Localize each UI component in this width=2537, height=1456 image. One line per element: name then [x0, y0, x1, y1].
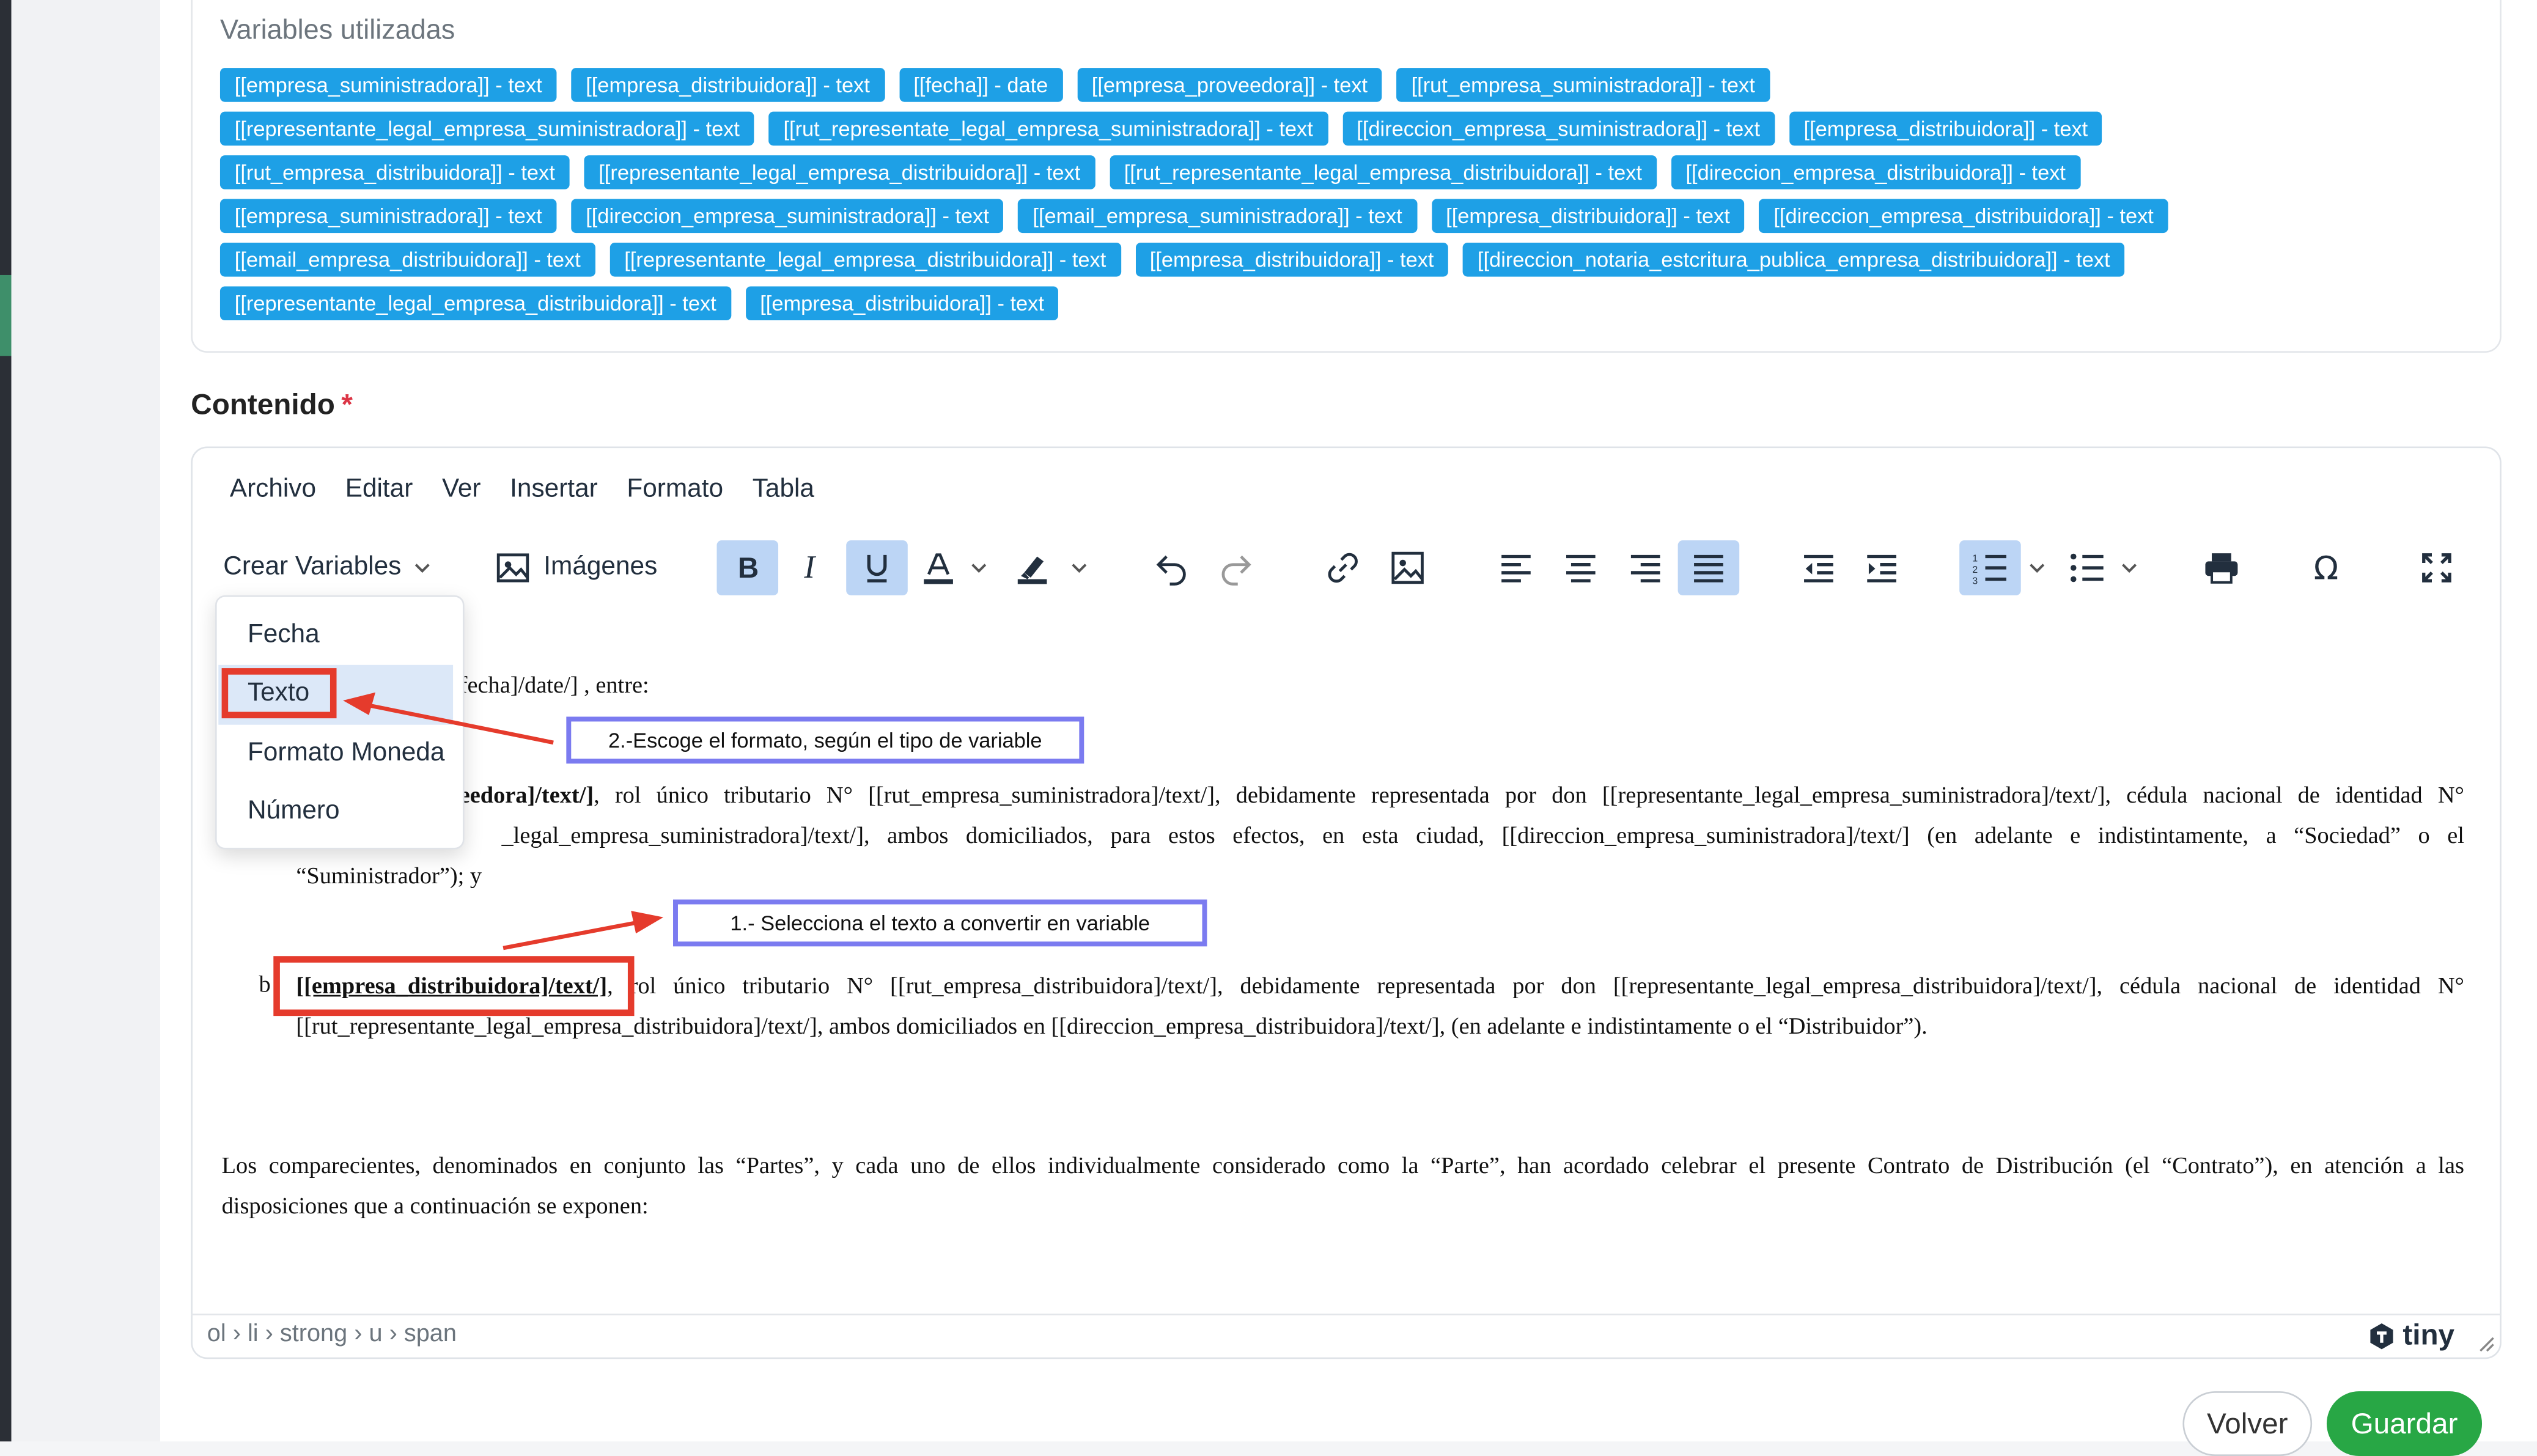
volver-button[interactable]: Volver — [2182, 1391, 2313, 1456]
page-root: Variables utilizadas [[empresa_suministr… — [0, 0, 2537, 1456]
guardar-button[interactable]: Guardar — [2326, 1391, 2483, 1456]
tiny-brand-text: tiny — [2403, 1318, 2455, 1351]
tiny-branding[interactable]: tiny — [2367, 1318, 2454, 1353]
editor-statusbar — [191, 1314, 2502, 1359]
annotation-step1-callout: 1.- Selecciona el texto a convertir en v… — [673, 899, 1207, 947]
element-path[interactable]: ol › li › strong › u › span — [207, 1320, 457, 1348]
annotation-step2-callout: 2.-Escoge el formato, según el tipo de v… — [566, 716, 1084, 764]
resize-handle-icon[interactable] — [2475, 1333, 2495, 1353]
tiny-logo-icon — [2370, 1322, 2393, 1349]
arrow-to-texto — [343, 692, 554, 745]
annotation-arrows — [343, 692, 664, 950]
arrow-to-selection — [503, 911, 664, 950]
